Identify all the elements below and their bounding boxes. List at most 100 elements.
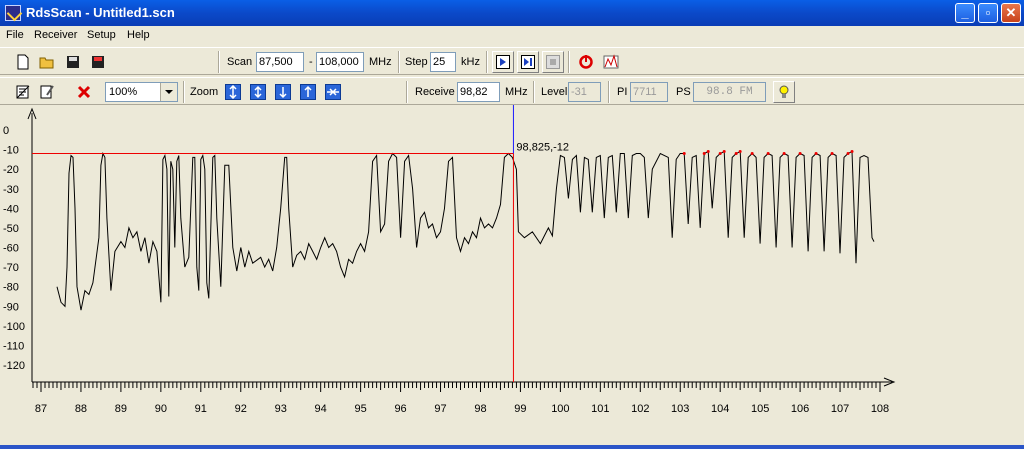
pan-down-button[interactable] — [272, 81, 294, 103]
menu-file[interactable]: File — [6, 29, 24, 41]
peak-marker — [814, 152, 818, 155]
arrow-up-icon — [300, 84, 316, 100]
toolbar-separator — [486, 51, 488, 73]
rds-info-button[interactable] — [773, 81, 795, 103]
y-tick-label: -20 — [3, 164, 19, 176]
spectrum-plot-area[interactable]: 0 -10 -20 -30 -40 -50 -60 -70 -80 -90 -100 -110 -120… — [0, 105, 1024, 445]
x-tick-label: 93 — [275, 403, 287, 415]
minimize-button[interactable]: _ — [955, 3, 975, 23]
arrow-down-icon — [275, 84, 291, 100]
clear-list-icon — [16, 85, 30, 99]
peak-marker — [798, 152, 802, 155]
pan-up-button[interactable] — [297, 81, 319, 103]
save-icon — [67, 56, 79, 68]
toolbar-separator — [568, 51, 570, 73]
x-tick-label: 97 — [434, 403, 446, 415]
play-icon — [496, 55, 510, 69]
y-tick-label: -60 — [3, 243, 19, 255]
y-tick-label: -80 — [3, 282, 19, 294]
zoom-horizontal-icon — [325, 84, 341, 100]
zoom-in-vertical-button[interactable] — [222, 81, 244, 103]
clear-list-button[interactable] — [12, 81, 34, 103]
y-tick-label: -110 — [3, 340, 24, 352]
brush-icon — [40, 85, 54, 99]
spectrum-chart: 0 -10 -20 -30 -40 -50 -60 -70 -80 -90 -100 -110 -120… — [3, 105, 896, 415]
maximize-button[interactable]: ▫ — [978, 3, 998, 23]
y-tick-label: -50 — [3, 223, 19, 235]
x-tick-label: 107 — [831, 403, 849, 415]
step-label: Step — [405, 56, 428, 68]
scan-to-input[interactable] — [316, 52, 364, 72]
scan-toolbar: Scan - MHz Step kHz — [0, 47, 1024, 75]
delete-button[interactable] — [73, 81, 95, 103]
x-tick-label: 96 — [394, 403, 406, 415]
title-bar: RdsScan - Untitled1.scn _ ▫ ✕ — [0, 0, 1024, 26]
chevron-down-icon[interactable] — [160, 83, 177, 101]
x-tick-label: 106 — [791, 403, 809, 415]
zoom-label: Zoom — [190, 86, 219, 98]
scan-from-input[interactable] — [256, 52, 304, 72]
y-tick-label: 0 — [3, 125, 9, 137]
receive-toolbar: 100% Zoom Receive MHz Level PI PS — [0, 77, 1024, 105]
stop-icon — [546, 55, 560, 69]
scan-range-separator: - — [309, 56, 313, 68]
new-file-button[interactable] — [12, 51, 34, 73]
receive-frequency-input[interactable] — [457, 82, 500, 102]
menu-receiver[interactable]: Receiver — [34, 29, 77, 41]
zoom-out-vertical-icon — [250, 84, 266, 100]
delete-x-icon — [77, 85, 91, 99]
step-input[interactable] — [430, 52, 456, 72]
x-tick-label: 104 — [711, 403, 729, 415]
x-tick-label: 105 — [751, 403, 769, 415]
ps-value-field — [693, 82, 766, 102]
close-button[interactable]: ✕ — [1001, 3, 1021, 23]
zoom-select[interactable]: 100% — [105, 82, 178, 102]
peak-marker — [738, 150, 742, 154]
step-icon — [521, 55, 535, 69]
menu-setup[interactable]: Setup — [87, 29, 116, 41]
peak-marker — [830, 152, 834, 155]
scan-label: Scan — [227, 56, 253, 68]
toolbar-separator — [218, 51, 220, 73]
toolbar-separator — [533, 81, 535, 103]
x-tick-label: 90 — [155, 403, 167, 415]
x-tick-label: 108 — [871, 403, 889, 415]
toolbar-separator — [608, 81, 610, 103]
receive-label: Receive — [415, 86, 455, 98]
pi-label: PI — [617, 86, 628, 98]
spectrum-settings-button[interactable] — [600, 51, 622, 73]
step-scan-button[interactable] — [517, 51, 539, 73]
edit-list-button[interactable] — [36, 81, 58, 103]
ps-label: PS — [676, 86, 691, 98]
x-tick-label: 88 — [75, 403, 87, 415]
y-tick-label: -70 — [3, 262, 19, 274]
open-file-button[interactable] — [36, 51, 58, 73]
peak-marker — [706, 150, 710, 154]
x-tick-label: 103 — [671, 403, 689, 415]
stop-scan-button[interactable] — [542, 51, 564, 73]
zoom-in-vertical-icon — [225, 84, 241, 100]
save-as-button[interactable] — [87, 51, 109, 73]
menu-help[interactable]: Help — [127, 29, 150, 41]
level-value-field — [568, 82, 601, 102]
x-tick-label: 101 — [591, 403, 609, 415]
save-button[interactable] — [62, 51, 84, 73]
refresh-button[interactable] — [575, 51, 597, 73]
x-tick-label: 87 — [35, 403, 47, 415]
lightbulb-icon — [779, 85, 789, 98]
folder-open-icon — [39, 57, 54, 69]
peak-marker — [682, 152, 686, 155]
peak-marker — [702, 152, 706, 155]
peak-marker — [722, 150, 726, 154]
y-tick-label: -100 — [3, 321, 25, 333]
zoom-horizontal-button[interactable] — [322, 81, 344, 103]
zoom-out-vertical-button[interactable] — [247, 81, 269, 103]
level-label: Level — [541, 86, 568, 98]
x-tick-label: 98 — [474, 403, 486, 415]
play-scan-button[interactable] — [492, 51, 514, 73]
x-tick-label: 102 — [631, 403, 649, 415]
peak-marker — [718, 152, 722, 155]
x-tick-label: 94 — [315, 403, 327, 415]
toolbar-separator — [183, 81, 185, 103]
x-tick-label: 92 — [235, 403, 247, 415]
